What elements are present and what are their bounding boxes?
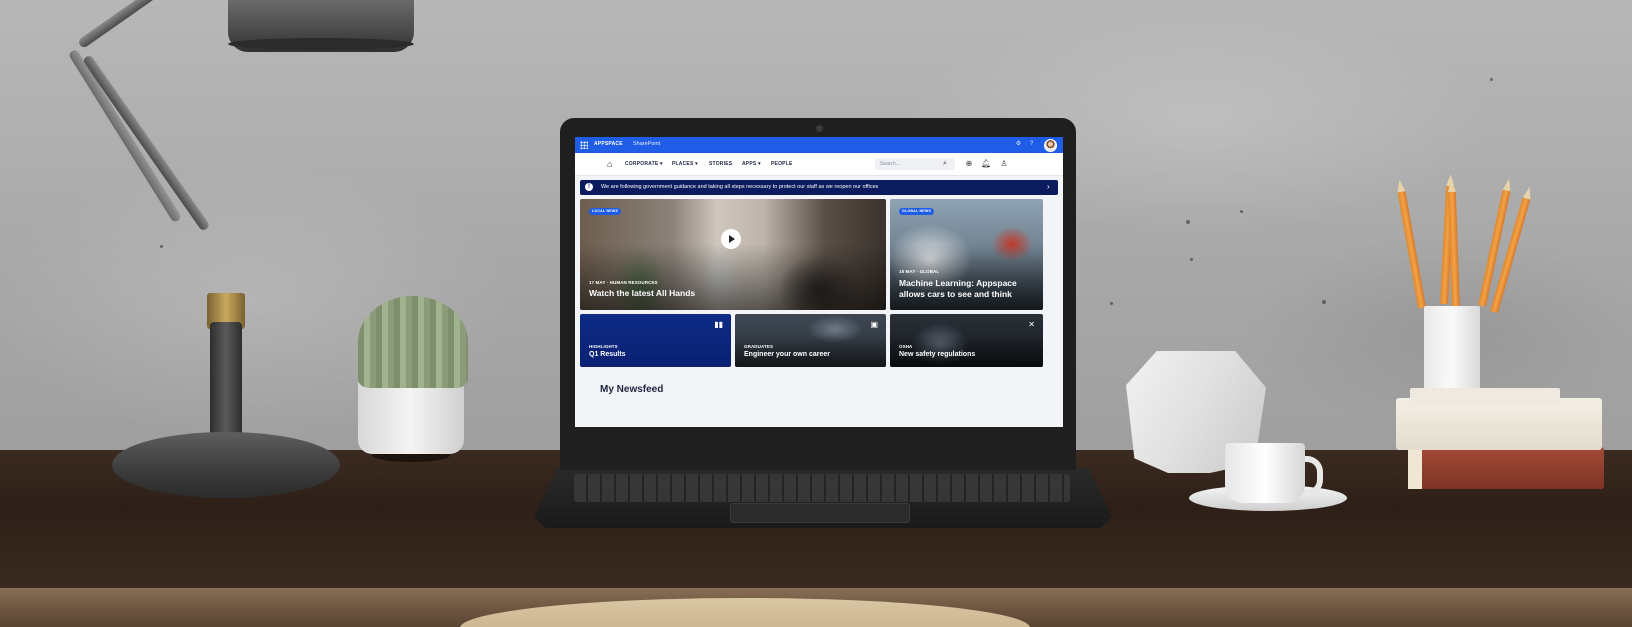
wall-speck — [1190, 258, 1193, 261]
tile-title: Engineer your own career — [744, 351, 830, 358]
laptop-screen: APPSPACE SharePoint ⚙ ? ⌂ CORPORATE ▾ PL… — [575, 137, 1063, 427]
wall-speck — [160, 245, 163, 248]
lamp-post — [210, 322, 242, 442]
play-icon[interactable] — [721, 229, 741, 249]
card-title: allows cars to see and think — [899, 289, 1012, 299]
webcam — [816, 125, 823, 132]
brand-logo[interactable]: APPSPACE — [594, 141, 623, 147]
newsfeed-toolbar — [575, 405, 1063, 427]
tile-title: Q1 Results — [589, 351, 626, 358]
keyboard — [574, 474, 1070, 502]
suite-bar: APPSPACE SharePoint ⚙ ? — [575, 137, 1063, 153]
nav-item-people[interactable]: PEOPLE — [771, 161, 792, 167]
help-icon[interactable]: ? — [1028, 141, 1035, 148]
wall-speck — [1240, 210, 1243, 213]
card-title: Watch the latest All Hands — [589, 288, 696, 298]
lamp-base — [112, 432, 340, 498]
add-icon[interactable]: ⊕ — [964, 159, 974, 169]
nav-item-apps[interactable]: APPS ▾ — [742, 161, 761, 167]
search-input[interactable]: Search... ⌕ — [875, 158, 955, 170]
alert-banner[interactable]: ! We are following government guidance a… — [580, 180, 1058, 195]
tile-meta: GRADUATES — [744, 344, 774, 349]
briefcase-icon: ▣ — [870, 320, 878, 329]
news-card-machine-learning[interactable]: GLOBAL NEWS 15 MAY · GLOBAL Machine Lear… — [890, 199, 1043, 310]
badge-global-news: GLOBAL NEWS — [899, 208, 935, 215]
tile-highlights[interactable]: ▮▮ HIGHLIGHTS Q1 Results — [580, 314, 731, 367]
news-card-all-hands[interactable]: LOCAL NEWS 17 MAY · HUMAN RESOURCES Watc… — [580, 199, 886, 310]
chevron-right-icon[interactable]: › — [1047, 182, 1050, 192]
nav-label: CORPORATE — [625, 161, 659, 167]
bell-icon[interactable]: 🔔︎ — [981, 159, 991, 169]
nav-item-corporate[interactable]: CORPORATE ▾ — [625, 161, 663, 167]
card-meta: 15 MAY · GLOBAL — [899, 269, 940, 274]
badge-local-news: LOCAL NEWS — [589, 208, 622, 215]
wall-speck — [1110, 302, 1113, 305]
book-pages — [1408, 447, 1422, 489]
tile-graduates[interactable]: ▣ GRADUATES Engineer your own career — [735, 314, 886, 367]
lamp-shade-rim — [228, 38, 414, 50]
tools-icon: ✕ — [1028, 320, 1035, 329]
search-placeholder: Search... — [880, 161, 901, 167]
alert-text: We are following government guidance and… — [601, 184, 879, 190]
coffee-cup — [1225, 443, 1305, 503]
book — [1396, 398, 1602, 450]
nav-item-places[interactable]: PLACES ▾ — [672, 161, 698, 167]
wall-speck — [1490, 78, 1493, 81]
cactus — [358, 296, 468, 388]
desk-scene: APPSPACE SharePoint ⚙ ? ⌂ CORPORATE ▾ PL… — [0, 0, 1632, 627]
pencil-cup — [1424, 306, 1480, 398]
card-meta: 17 MAY · HUMAN RESOURCES — [589, 280, 658, 285]
card-title: Machine Learning: Appspace — [899, 278, 1017, 288]
chevron-down-icon: ▾ — [695, 161, 698, 167]
avatar[interactable] — [1044, 139, 1057, 152]
bar-chart-icon: ▮▮ — [714, 320, 723, 329]
tile-title: New safety regulations — [899, 351, 976, 358]
nav-label: APPS — [742, 161, 757, 167]
plant-pot — [358, 382, 464, 454]
search-icon[interactable]: ⌕ — [943, 160, 947, 168]
wall-speck — [1322, 300, 1326, 304]
nav-label: PLACES — [672, 161, 694, 167]
touchpad — [730, 503, 910, 523]
card-overlay — [735, 314, 886, 367]
book — [1408, 447, 1604, 489]
wall-speck — [1186, 220, 1190, 224]
user-icon[interactable]: ♙ — [999, 159, 1009, 169]
card-overlay — [890, 314, 1043, 367]
waffle-icon[interactable] — [580, 141, 588, 149]
site-navigation: ⌂ CORPORATE ▾ PLACES ▾ STORIES APPS ▾ PE… — [575, 153, 1063, 176]
tile-meta: OSHA — [899, 344, 913, 349]
settings-icon[interactable]: ⚙ — [1015, 141, 1022, 148]
tile-osha[interactable]: ✕ OSHA New safety regulations — [890, 314, 1043, 367]
app-name[interactable]: SharePoint — [633, 141, 660, 147]
chevron-down-icon: ▾ — [659, 161, 663, 167]
info-icon: ! — [585, 183, 593, 191]
newsfeed-heading: My Newsfeed — [600, 384, 664, 395]
tile-meta: HIGHLIGHTS — [589, 344, 618, 349]
nav-item-stories[interactable]: STORIES — [709, 161, 732, 167]
book — [1410, 388, 1560, 404]
chevron-down-icon: ▾ — [758, 161, 761, 167]
home-icon[interactable]: ⌂ — [607, 159, 612, 169]
